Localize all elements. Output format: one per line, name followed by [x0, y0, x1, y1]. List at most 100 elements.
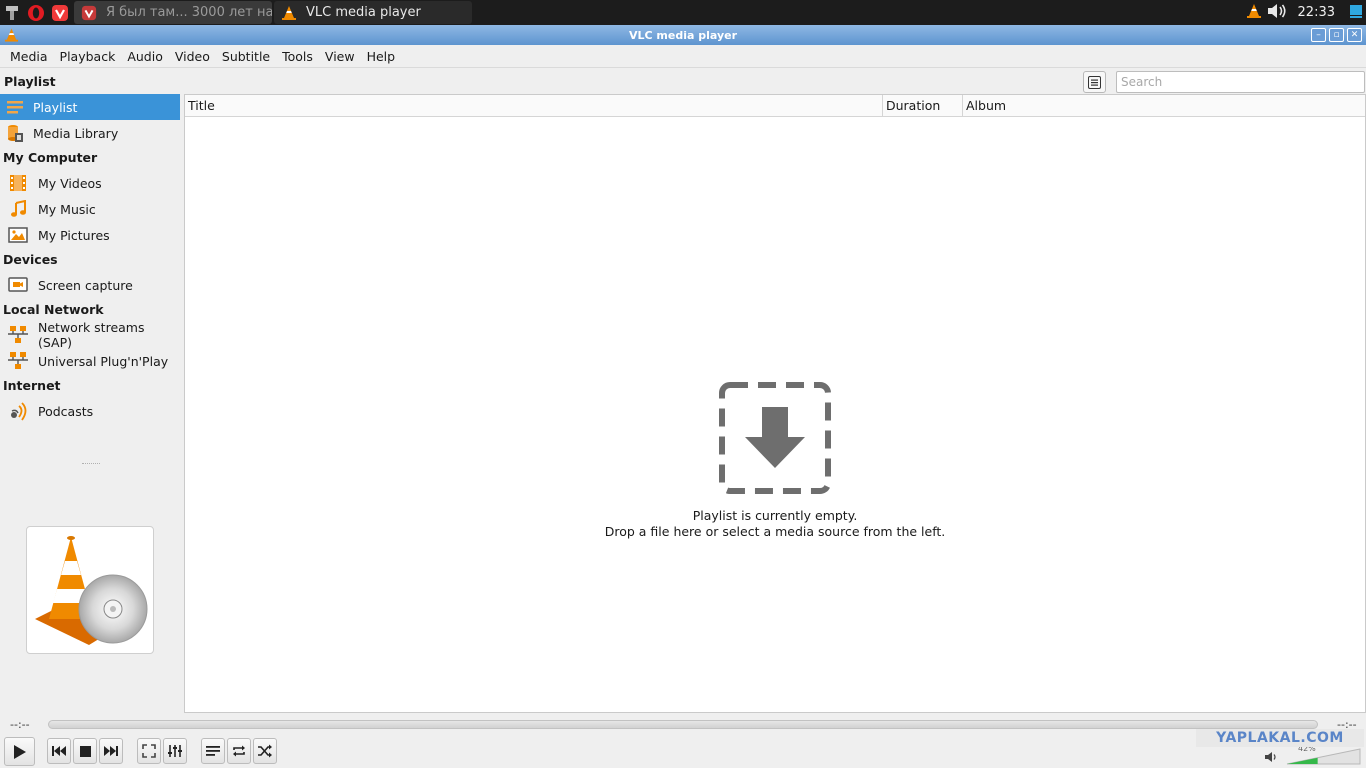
music-note-icon [8, 199, 28, 219]
media-library-icon [5, 123, 25, 143]
show-desktop-icon[interactable] [1349, 3, 1363, 22]
vlc-cone-cd-icon [35, 536, 148, 645]
column-header-title[interactable]: Title [185, 95, 883, 116]
vlc-tray-icon[interactable] [1246, 3, 1262, 22]
vivaldi-icon[interactable] [48, 0, 72, 25]
taskbar: Я был там... 3000 лет на... VLC media pl… [0, 0, 1366, 25]
menu-media[interactable]: Media [4, 49, 54, 64]
podcast-icon [8, 401, 28, 421]
shuffle-button[interactable] [253, 738, 277, 764]
screen-capture-icon [8, 275, 28, 295]
network-icon [8, 351, 28, 371]
sidebar-item-playlist[interactable]: Playlist [0, 94, 180, 120]
play-button[interactable] [4, 737, 35, 766]
section-local-network: Local Network [3, 302, 104, 317]
column-header-album[interactable]: Album [963, 95, 1365, 116]
taskbar-task-browser[interactable]: Я был там... 3000 лет на... [74, 1, 272, 24]
window-titlebar[interactable]: VLC media player – ▫ ✕ [0, 25, 1366, 45]
sidebar-item-label: Network streams (SAP) [38, 320, 145, 350]
previous-button[interactable] [47, 738, 71, 764]
previous-icon [52, 746, 66, 756]
empty-playlist-placeholder: Playlist is currently empty. Drop a file… [185, 380, 1365, 540]
list-view-icon [1088, 75, 1101, 89]
search-input[interactable] [1116, 71, 1365, 93]
sidebar-item-upnp[interactable]: Universal Plug'n'Play [0, 348, 182, 374]
menu-audio[interactable]: Audio [121, 49, 169, 64]
playback-controls: 42% [0, 737, 1366, 767]
playlist-icon [5, 97, 25, 117]
extended-settings-button[interactable] [163, 738, 187, 764]
empty-playlist-message: Playlist is currently empty. [692, 508, 858, 523]
menu-tools[interactable]: Tools [276, 49, 319, 64]
media-sources-sidebar: Playlist Playlist Media Library My Compu… [0, 70, 182, 712]
vivaldi-icon [80, 4, 98, 22]
menu-bar: Media Playback Audio Video Subtitle Tool… [0, 45, 1366, 68]
playlist-header: Title Duration Album [185, 95, 1365, 117]
empty-playlist-hint: Drop a file here or select a media sourc… [604, 524, 946, 539]
opera-icon[interactable] [24, 0, 48, 25]
sidebar-item-label: My Videos [38, 175, 102, 191]
speaker-icon[interactable] [1266, 2, 1288, 23]
menu-help[interactable]: Help [361, 49, 402, 64]
sidebar-item-label: My Music [38, 201, 96, 217]
next-icon [104, 746, 118, 756]
section-my-computer: My Computer [3, 150, 98, 165]
taskbar-task-vlc[interactable]: VLC media player [274, 1, 472, 24]
sidebar-item-my-pictures[interactable]: My Pictures [0, 222, 182, 248]
sidebar-item-network-streams[interactable]: Network streams (SAP) [0, 320, 182, 350]
seek-slider[interactable] [48, 720, 1318, 729]
stop-button[interactable] [73, 738, 97, 764]
stop-icon [79, 745, 91, 757]
sidebar-item-screen-capture[interactable]: Screen capture [0, 272, 182, 298]
watermark: YAPLAKAL.COM [1196, 729, 1364, 747]
section-devices: Devices [3, 252, 58, 267]
sidebar-item-my-videos[interactable]: My Videos [0, 170, 182, 196]
loop-icon [233, 745, 245, 757]
sidebar-item-podcasts[interactable]: Podcasts [0, 398, 182, 424]
maximize-button[interactable]: ▫ [1329, 28, 1344, 42]
sidebar-item-label: Screen capture [38, 277, 133, 293]
clock[interactable]: 22:33 [1298, 5, 1335, 20]
drop-download-icon [719, 382, 831, 494]
sidebar-item-label: Podcasts [38, 403, 94, 419]
vlc-cone-icon [280, 4, 298, 22]
fullscreen-icon [142, 744, 156, 758]
elapsed-time[interactable]: --:-- [10, 718, 30, 731]
next-button[interactable] [99, 738, 123, 764]
album-art [26, 526, 154, 654]
playlist-view[interactable]: Title Duration Album Playlist is current… [184, 94, 1366, 713]
section-playlist: Playlist [4, 74, 56, 89]
sidebar-item-media-library[interactable]: Media Library [0, 120, 182, 146]
volume-slider[interactable] [1286, 747, 1361, 765]
sidebar-item-my-music[interactable]: My Music [0, 196, 182, 222]
menu-playback[interactable]: Playback [54, 49, 122, 64]
mute-speaker-icon[interactable] [1264, 751, 1278, 766]
hammer-icon[interactable] [0, 0, 24, 25]
fullscreen-button[interactable] [137, 738, 161, 764]
sidebar-item-label: Media Library [33, 125, 119, 141]
view-mode-button[interactable] [1083, 71, 1106, 93]
system-tray: 22:33 [1246, 0, 1366, 25]
menu-view[interactable]: View [319, 49, 361, 64]
playlist-icon [206, 746, 220, 756]
minimize-button[interactable]: – [1311, 28, 1326, 42]
column-header-duration[interactable]: Duration [883, 95, 963, 116]
film-icon [8, 173, 28, 193]
toggle-playlist-button[interactable] [201, 738, 225, 764]
picture-icon [8, 225, 28, 245]
network-icon [8, 325, 28, 345]
section-internet: Internet [3, 378, 61, 393]
play-icon [13, 744, 26, 759]
close-button[interactable]: ✕ [1347, 28, 1362, 42]
menu-video[interactable]: Video [169, 49, 216, 64]
taskbar-task-label: VLC media player [306, 5, 421, 20]
shuffle-icon [258, 744, 272, 758]
sidebar-item-label: Universal Plug'n'Play [38, 353, 169, 369]
taskbar-task-label: Я был там... 3000 лет на... [106, 5, 272, 20]
equalizer-icon [168, 745, 182, 757]
menu-subtitle[interactable]: Subtitle [216, 49, 276, 64]
window-title: VLC media player [628, 28, 738, 42]
loop-button[interactable] [227, 738, 251, 764]
sidebar-item-label: My Pictures [38, 227, 110, 243]
splitter-handle[interactable] [82, 463, 100, 466]
